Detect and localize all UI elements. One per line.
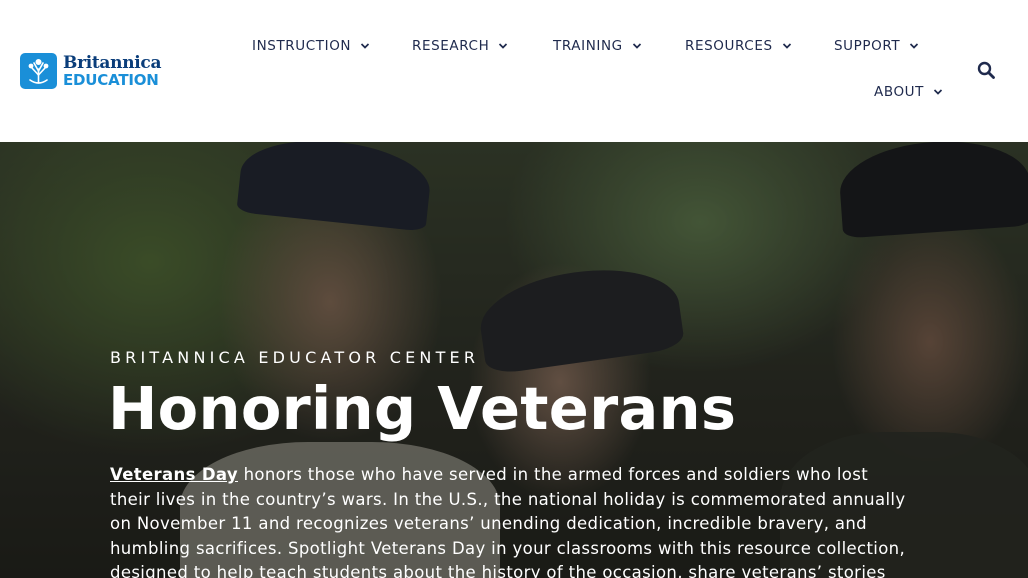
nav-support[interactable]: SUPPORT	[834, 38, 919, 54]
hero-description: Veterans Day honors those who have serve…	[110, 463, 910, 578]
chevron-down-icon	[910, 43, 919, 49]
chevron-down-icon	[361, 43, 370, 49]
chevron-down-icon	[632, 43, 641, 49]
page-title: Honoring Veterans	[108, 374, 737, 443]
nav-training[interactable]: TRAINING	[553, 38, 642, 54]
nav-label: TRAINING	[553, 38, 623, 54]
chevron-down-icon	[933, 89, 943, 95]
search-icon[interactable]	[977, 61, 996, 80]
britannica-education-logo[interactable]: Britannica EDUCATION	[20, 52, 162, 89]
nav-label: SUPPORT	[834, 38, 901, 54]
chevron-down-icon	[499, 43, 508, 49]
nav-label: RESEARCH	[412, 38, 490, 54]
nav-resources[interactable]: RESOURCES	[685, 38, 792, 54]
nav-label: INSTRUCTION	[252, 38, 352, 54]
logo-wordmark-education: EDUCATION	[63, 70, 159, 89]
nav-about[interactable]: ABOUT	[874, 84, 943, 100]
tree-logo-icon	[20, 53, 57, 89]
nav-research[interactable]: RESEARCH	[412, 38, 508, 54]
hero-eyebrow: BRITANNICA EDUCATOR CENTER	[110, 348, 480, 367]
chevron-down-icon	[782, 43, 791, 49]
logo-wordmark-britannica: Britannica	[63, 52, 162, 73]
site-header: Britannica EDUCATION INSTRUCTION RESEARC…	[0, 0, 1028, 142]
nav-label: RESOURCES	[685, 38, 773, 54]
nav-label: ABOUT	[874, 84, 925, 100]
veterans-day-link[interactable]: Veterans Day	[110, 465, 238, 484]
nav-instruction[interactable]: INSTRUCTION	[252, 38, 370, 54]
hero-banner: BRITANNICA EDUCATOR CENTER Honoring Vete…	[0, 142, 1028, 578]
